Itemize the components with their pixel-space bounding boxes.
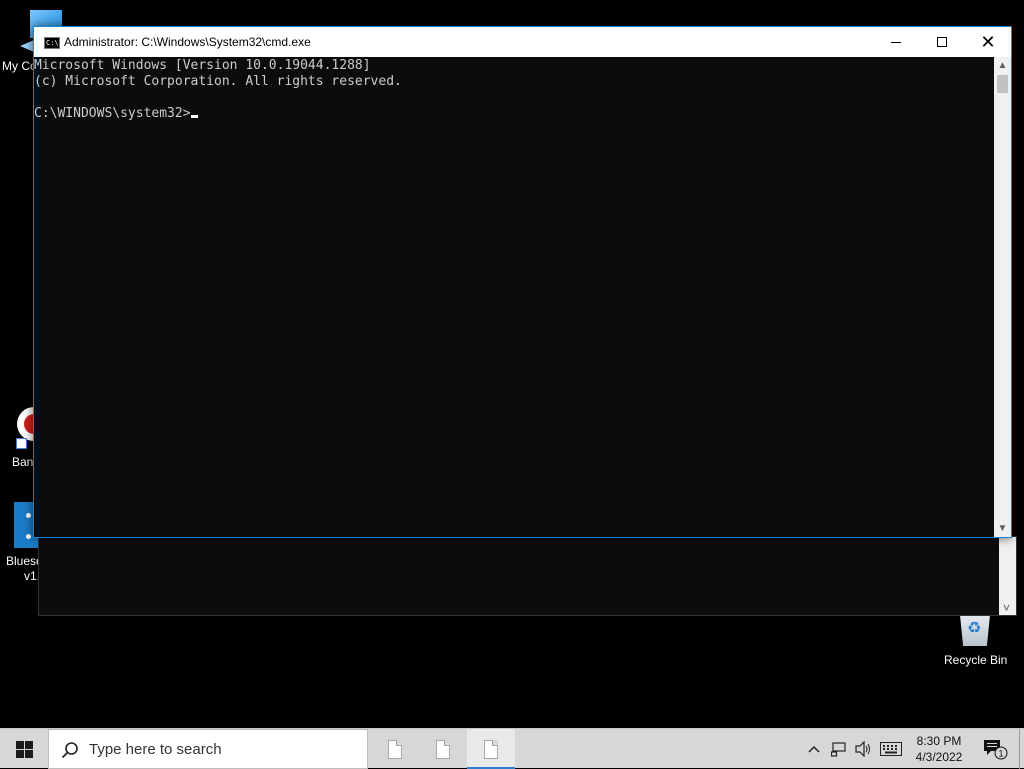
clock-time: 8:30 PM [916,734,962,748]
scroll-thumb[interactable] [997,75,1008,93]
network-icon[interactable] [828,729,852,769]
minimize-icon [891,41,901,43]
maximize-icon [937,37,947,47]
minimize-button[interactable] [873,27,919,57]
close-icon: ✕ [980,31,996,53]
search-placeholder: Type here to search [89,741,222,758]
console-line: Microsoft Windows [Version 10.0.19044.12… [34,58,371,73]
taskbar-app-1[interactable] [371,729,419,769]
my-computer-label: My Co [2,59,37,73]
prompt-line[interactable]: C:\WINDOWS\system32> [34,106,996,122]
show-desktop-button[interactable] [1019,729,1024,769]
document-icon [484,739,498,759]
taskbar-app-3-active[interactable] [467,729,515,769]
close-button[interactable]: ✕ [965,27,1011,57]
window-title: Administrator: C:\Windows\System32\cmd.e… [64,35,311,49]
search-box[interactable]: Type here to search [48,729,368,769]
taskbar: Type here to search 8:30 PM 4/3/2022 1 [0,728,1024,769]
maximize-button[interactable] [919,27,965,57]
cmd-icon: C:\ [44,37,60,49]
windows-logo-icon [15,740,33,758]
desktop: My Co Band Bluesc v1. Recycle Bin C:\ Ad… [0,0,1024,728]
clock-date: 4/3/2022 [915,750,963,764]
vertical-scrollbar[interactable]: ▲ ▼ [994,57,1011,537]
console-output[interactable]: Microsoft Windows [Version 10.0.19044.12… [34,57,996,537]
action-center-notification-icon[interactable]: 1 [976,729,1014,769]
document-icon [388,739,402,759]
background-window-scrollbar[interactable] [999,537,1016,615]
console-line: (c) Microsoft Corporation. All rights re… [34,74,402,89]
taskbar-app-2[interactable] [419,729,467,769]
search-icon [61,742,78,759]
start-button[interactable] [0,729,48,769]
touch-keyboard-icon[interactable] [876,729,906,769]
bluestacks-label: Bluesc v1. [6,554,43,583]
volume-icon[interactable] [852,729,876,769]
shortcut-arrow-icon [16,438,27,449]
document-icon [436,739,450,759]
scroll-up-arrow-icon[interactable]: ▲ [994,57,1011,74]
cmd-window[interactable]: C:\ Administrator: C:\Windows\System32\c… [33,26,1012,538]
notification-count: 1 [998,749,1003,759]
prompt-text: C:\WINDOWS\system32> [34,106,191,121]
background-window[interactable] [38,536,1017,616]
recycle-bin-label: Recycle Bin [944,653,1008,667]
scroll-down-arrow-icon[interactable]: ▼ [994,520,1011,537]
computer-stand-icon [20,40,34,52]
recycle-bin-icon [959,612,991,646]
clock[interactable]: 8:30 PM 4/3/2022 [908,729,970,769]
show-hidden-icons-chevron-icon[interactable] [800,729,828,769]
title-bar[interactable]: C:\ Administrator: C:\Windows\System32\c… [34,27,1011,57]
text-cursor [190,115,198,118]
